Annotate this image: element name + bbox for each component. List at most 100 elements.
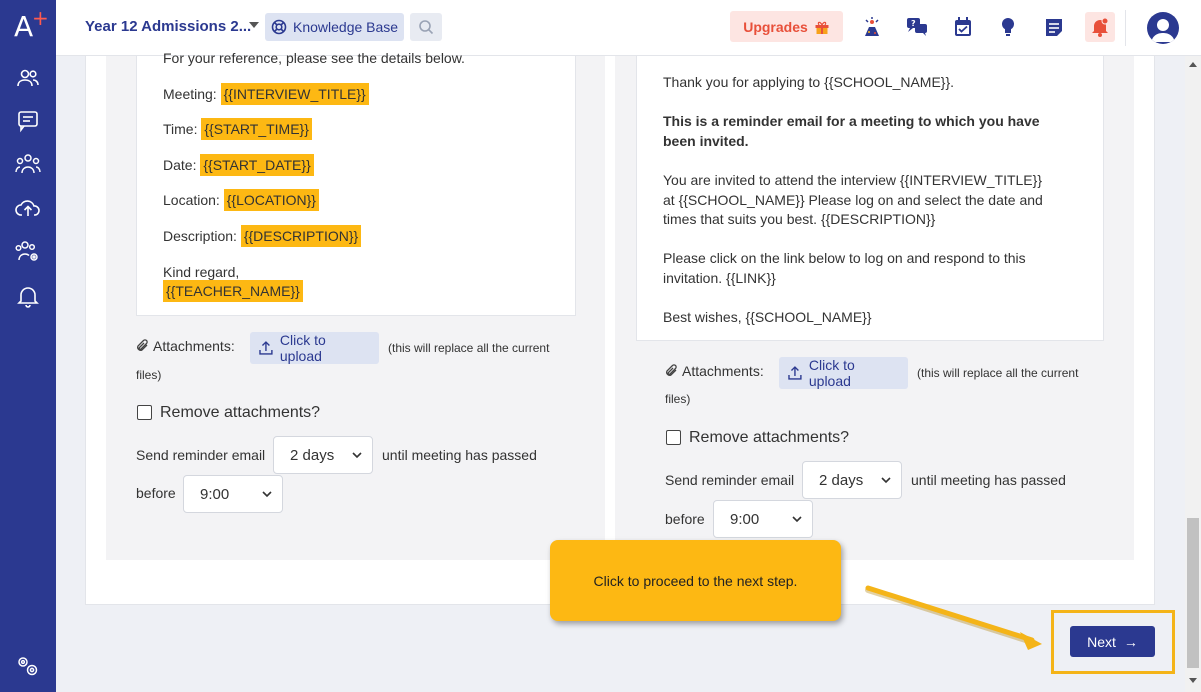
scroll-up-icon[interactable] (1189, 62, 1197, 67)
lightbulb-icon[interactable] (994, 13, 1022, 41)
time-label: Time: (163, 121, 198, 137)
logo-letter: A (14, 10, 34, 43)
description-tag: {{DESCRIPTION}} (240, 225, 362, 247)
bell-icon[interactable] (14, 282, 42, 310)
invite-text-3: times that suits you best. {{DESCRIPTION… (663, 211, 936, 227)
chevron-down-icon (352, 452, 362, 459)
scroll-thumb[interactable] (1187, 518, 1199, 668)
knowledge-base-label: Knowledge Base (293, 19, 399, 35)
description-label: Description: (163, 228, 237, 244)
celebration-icon[interactable] (858, 13, 886, 41)
settings-icon[interactable] (14, 652, 42, 680)
replace-note: (this will replace all the current (917, 366, 1079, 380)
teacher-tag: {{TEACHER_NAME}} (163, 280, 303, 302)
date-label: Date: (163, 157, 197, 173)
location-tag: {{LOCATION}} (223, 189, 319, 211)
lifebuoy-icon (271, 19, 287, 35)
upload-button[interactable]: Click to upload (250, 332, 379, 364)
before-text: before (665, 511, 705, 527)
reminder-days-value: 2 days (819, 471, 864, 489)
header-divider (1125, 10, 1126, 46)
description-line: Description: {{DESCRIPTION}} (163, 225, 362, 247)
upload-label: Click to upload (279, 332, 326, 364)
logo-plus: + (32, 6, 49, 30)
date-tag: {{START_DATE}} (200, 154, 314, 176)
time-line: Time: {{START_TIME}} (163, 118, 312, 140)
before-text: before (136, 485, 176, 501)
arrow-right-icon: → (1123, 633, 1138, 650)
chevron-down-icon[interactable] (249, 22, 259, 28)
message-icon[interactable] (14, 107, 42, 135)
user-avatar[interactable] (1147, 12, 1179, 44)
chevron-down-icon (881, 477, 891, 484)
paperclip-icon (666, 364, 677, 376)
next-label: Next (1087, 633, 1116, 650)
email-template-panel-left: For your reference, please see the detai… (106, 50, 605, 560)
scroll-down-icon[interactable] (1189, 678, 1197, 683)
date-line: Date: {{START_DATE}} (163, 154, 314, 176)
notification-bell-icon[interactable] (1085, 12, 1115, 42)
kind-regard-text: Kind regard, (163, 264, 240, 280)
tooltip-text: Click to proceed to the next step. (593, 572, 798, 589)
attachments-label: Attachments: (136, 338, 235, 354)
location-line: Location: {{LOCATION}} (163, 189, 319, 211)
calendar-icon[interactable] (949, 13, 977, 41)
teacher-name-line: {{TEACHER_NAME}} (163, 280, 303, 302)
remove-attachments-label: Remove attachments? (689, 429, 850, 446)
time-tag: {{START_TIME}} (201, 118, 312, 140)
meeting-label: Meeting: (163, 86, 217, 102)
upgrades-button[interactable]: Upgrades (730, 11, 843, 42)
reminder-days-select[interactable]: 2 days (802, 461, 902, 499)
upgrades-label: Upgrades (743, 18, 808, 35)
click-text-2: invitation. {{LINK}} (663, 270, 776, 286)
search-button[interactable] (410, 13, 442, 41)
best-wishes-text: Best wishes, {{SCHOOL_NAME}} (663, 309, 872, 325)
reminder-text-1: This is a reminder email for a meeting t… (663, 113, 1040, 129)
reminder-time-value: 9:00 (730, 510, 760, 528)
app-logo[interactable]: A + (14, 6, 49, 43)
reminder-time-value: 9:00 (200, 485, 230, 503)
replace-note: (this will replace all the current (388, 341, 550, 355)
top-header: Year 12 Admissions 2... Knowledge Base U… (56, 0, 1201, 56)
notes-icon[interactable] (1040, 13, 1068, 41)
email-template-panel-right: Thank you for applying to {{SCHOOL_NAME}… (615, 56, 1134, 560)
knowledge-base-button[interactable]: Knowledge Base (265, 13, 404, 41)
click-text-1: Please click on the link below to log on… (663, 250, 1026, 266)
chevron-down-icon (792, 516, 802, 523)
search-icon (419, 20, 434, 35)
onboarding-tooltip: Click to proceed to the next step. (550, 540, 841, 621)
reference-text: For your reference, please see the detai… (163, 50, 465, 66)
meeting-tag: {{INTERVIEW_TITLE}} (220, 83, 369, 105)
svg-text:?: ? (911, 19, 916, 28)
content-card: For your reference, please see the detai… (85, 50, 1155, 605)
next-button[interactable]: Next → (1070, 626, 1155, 657)
reminder-time-select[interactable]: 9:00 (713, 500, 813, 538)
chat-question-icon[interactable]: ? (903, 13, 931, 41)
reminder-time-select[interactable]: 9:00 (183, 475, 283, 513)
paperclip-icon (137, 339, 148, 351)
group-settings-icon[interactable] (14, 237, 42, 265)
until-text: until meeting has passed (382, 447, 537, 463)
send-reminder-text: Send reminder email (136, 447, 266, 463)
replace-note-cont: files) (665, 392, 691, 406)
pointer-arrow-icon (865, 585, 1042, 650)
upload-button[interactable]: Click to upload (779, 357, 908, 389)
reminder-days-select[interactable]: 2 days (273, 436, 373, 474)
upload-icon (788, 366, 802, 380)
email-preview-right: Thank you for applying to {{SCHOOL_NAME}… (636, 56, 1104, 341)
page-scrollbar[interactable] (1185, 56, 1201, 692)
upload-icon (259, 341, 273, 355)
remove-attachments-checkbox[interactable] (666, 430, 681, 445)
cloud-upload-icon[interactable] (14, 194, 42, 222)
reminder-days-value: 2 days (290, 446, 335, 464)
email-preview-left: For your reference, please see the detai… (136, 50, 576, 316)
people-icon[interactable] (14, 64, 42, 92)
application-title[interactable]: Year 12 Admissions 2... (85, 18, 251, 35)
upload-label: Click to upload (808, 357, 855, 389)
chevron-down-icon (262, 491, 272, 498)
send-reminder-text: Send reminder email (665, 472, 795, 488)
remove-attachments-checkbox[interactable] (137, 405, 152, 420)
group-icon[interactable] (14, 150, 42, 178)
until-text: until meeting has passed (911, 472, 1066, 488)
attachments-label: Attachments: (665, 363, 764, 379)
